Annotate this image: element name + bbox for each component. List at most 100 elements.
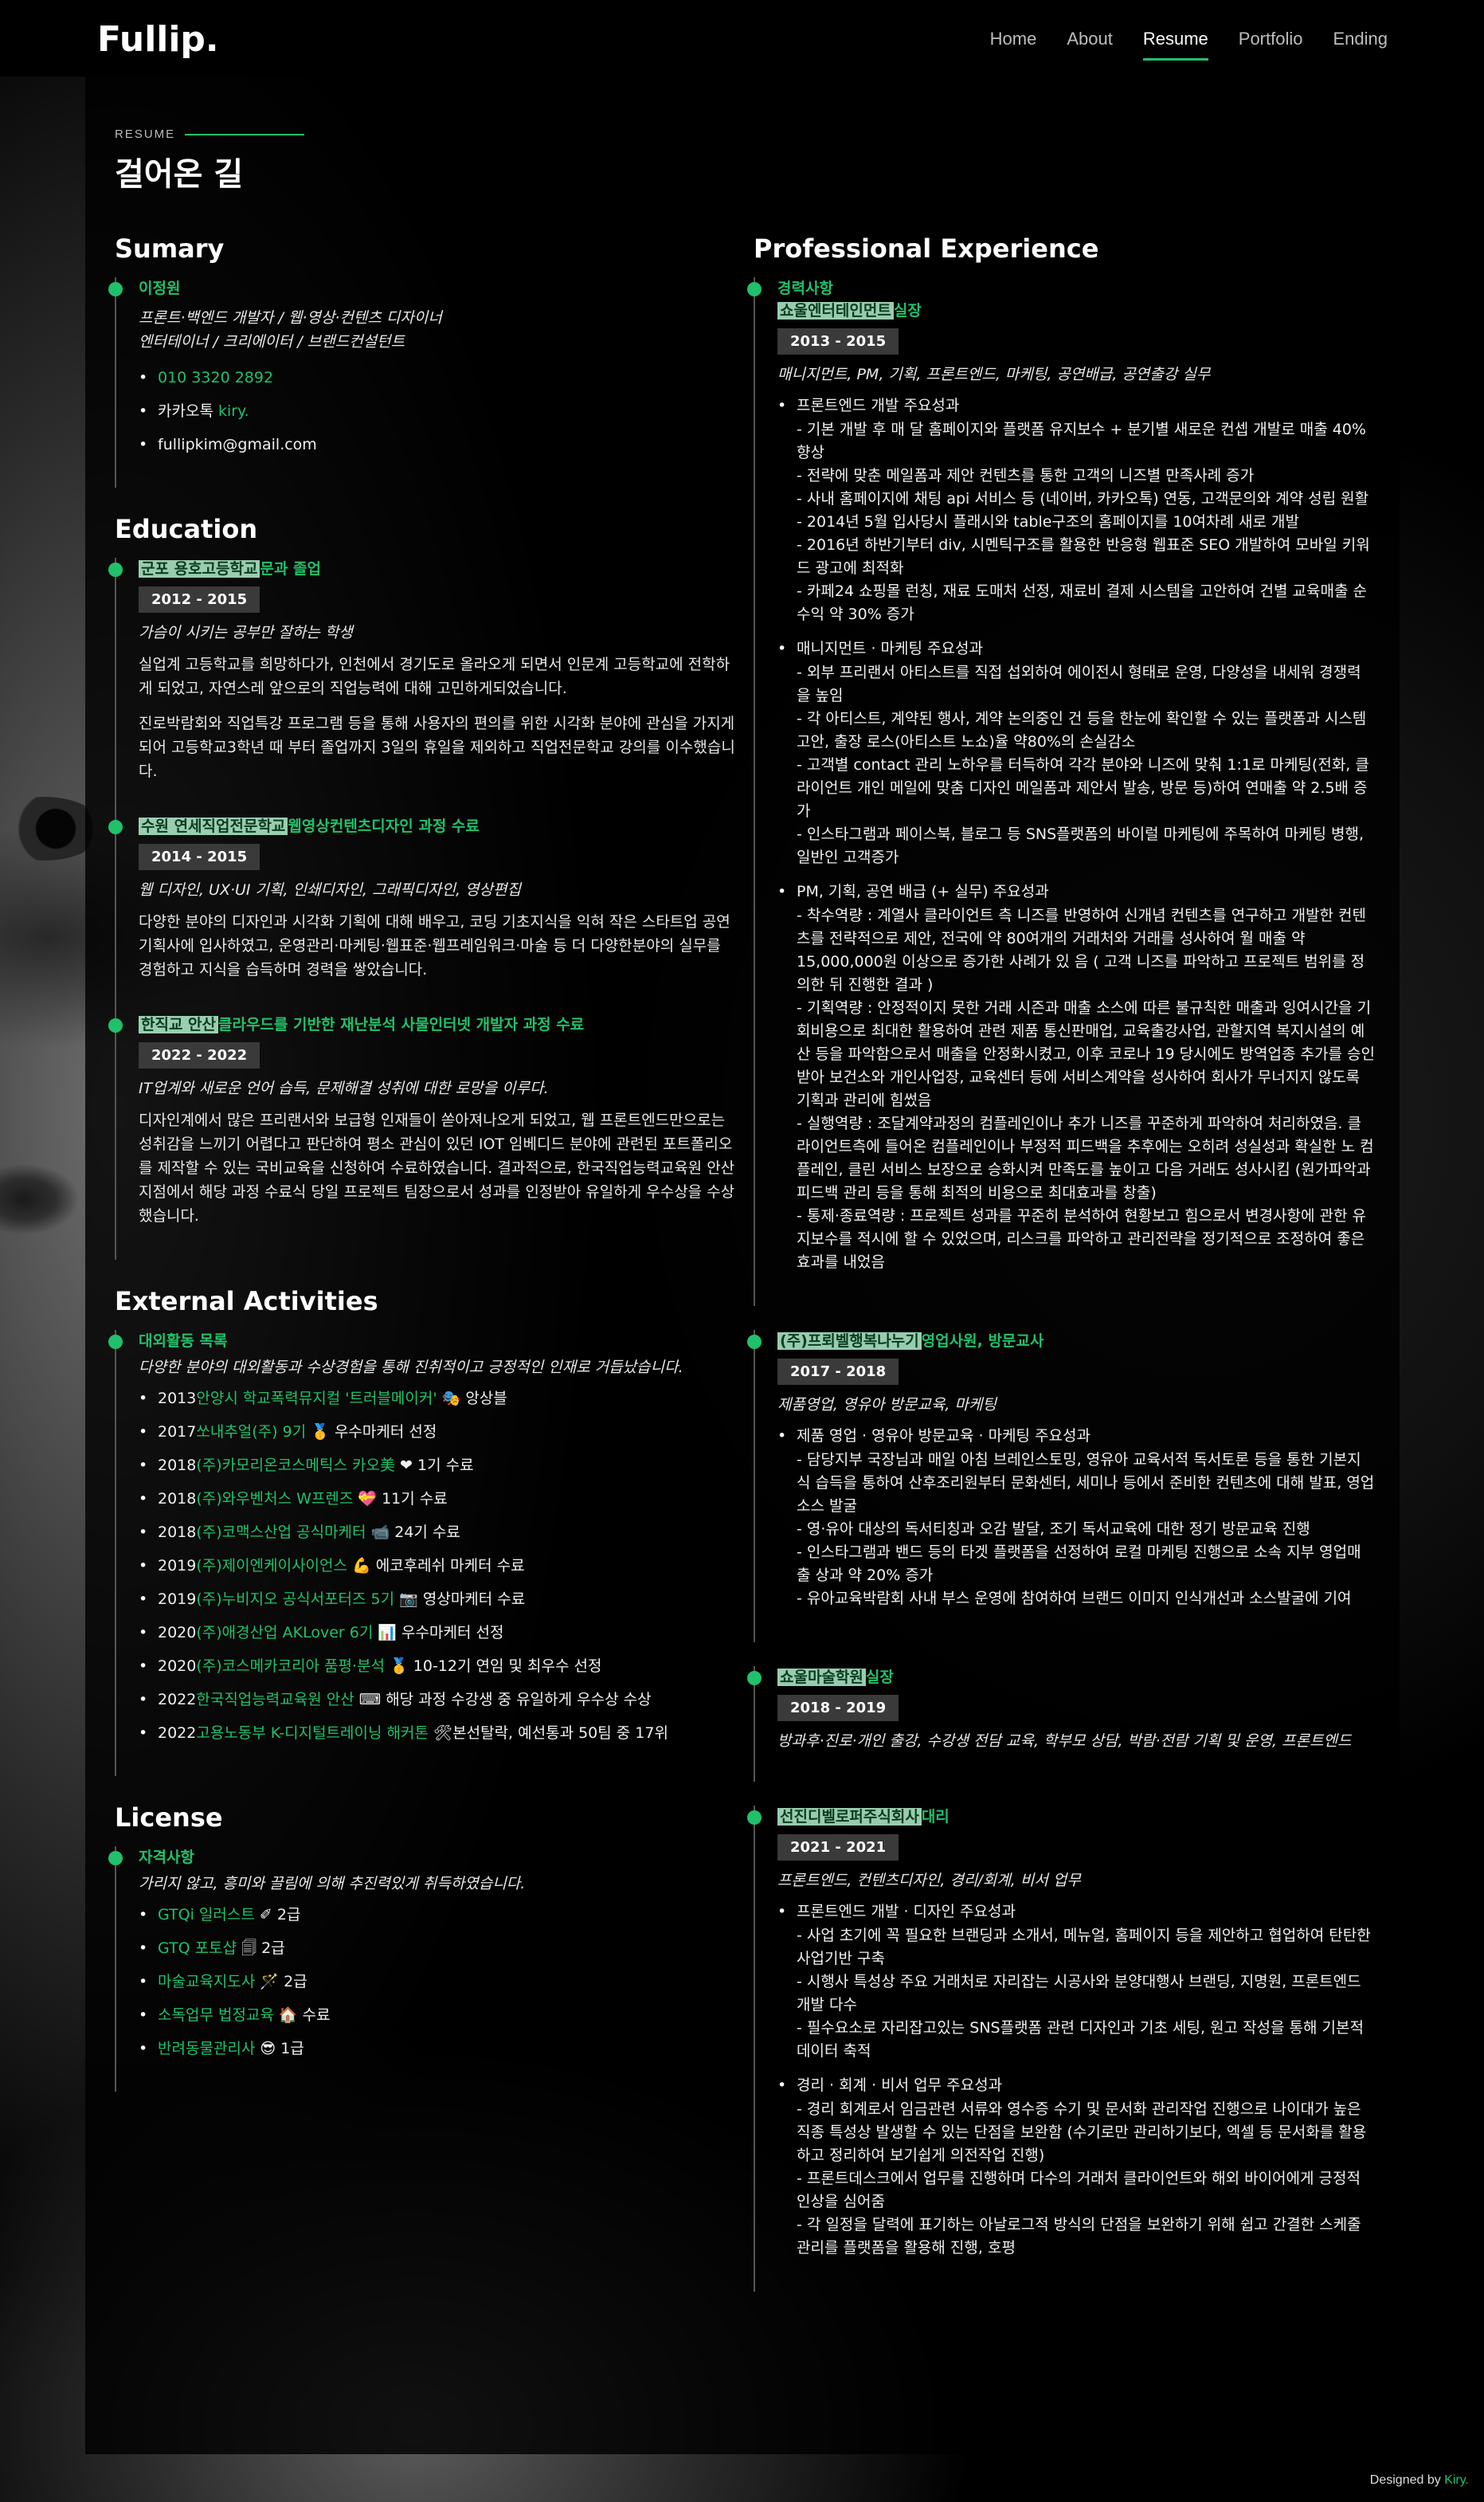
achievement-line: - 외부 프리랜서 아티스트를 직접 섭외하여 에이전시 형태로 운영, 다양성…: [797, 664, 1361, 704]
nav-resume[interactable]: Resume: [1142, 29, 1208, 61]
achievement-heading: 프론트엔드 개발 주요성과: [797, 397, 960, 414]
external-entry: 대외활동 목록 다양한 분야의 대외활동과 수상경험을 통해 진취적이고 긍정적…: [108, 1330, 736, 1776]
activity-item-link[interactable]: (주)제이엔케이사이언스: [196, 1557, 347, 1575]
achievement-line: - 인스타그램과 밴드 등의 타겟 플랫폼을 선정하여 로컬 마케팅 진행으로 …: [797, 1543, 1361, 1584]
activity-item-link[interactable]: 쏘내추얼(주) 9기: [196, 1423, 306, 1441]
nav-ending[interactable]: Ending: [1333, 29, 1388, 57]
job-duties: 매니지먼트, PM, 기획, 프론트엔드, 마케팅, 공연배급, 공연출강 실무: [777, 366, 1211, 383]
license-heading: License: [115, 1802, 223, 1833]
activity-item-link[interactable]: 고용노동부 K-디지털트레이닝 해커톤: [196, 1724, 429, 1742]
license-item-link[interactable]: 반려동물관리사: [158, 2040, 255, 2057]
achievement-line: - 사업 초기에 꼭 필요한 브랜딩과 소개서, 메뉴얼, 홈페이지 등을 제안…: [797, 1927, 1371, 1967]
activity-item-detail: 🥇 우수마케터 선정: [306, 1423, 437, 1441]
external-description: 다양한 분야의 대외활동과 수상경험을 통해 진취적이고 긍정적인 인재로 거듭…: [139, 1359, 683, 1376]
contact-item-link[interactable]: 010 3320 2892: [158, 369, 273, 386]
summary-entry: 이정원 프론트·백엔드 개발자 / 웹·영상·컨텐츠 디자이너 엔터테이너 / …: [108, 277, 736, 488]
achievement-line: - 기획역량 : 안정적이지 못한 거래 시즌과 매출 소스에 따른 불규칙한 …: [797, 999, 1375, 1109]
contact-item-link[interactable]: kiry.: [218, 402, 249, 420]
activity-item-detail: ❤ 1기 수료: [395, 1457, 474, 1474]
license-item-link[interactable]: 소독업무 법정교육: [158, 2006, 274, 2024]
site-footer: Designed by Kiry.: [1370, 2473, 1469, 2488]
activity-item-text: 2019: [158, 1590, 197, 1608]
contact-item: 카카오톡 kiry.: [139, 400, 736, 422]
achievement-lines: - 외부 프리랜서 아티스트를 직접 섭외하여 에이전시 형태로 운영, 다양성…: [797, 661, 1375, 869]
activity-item: 2022한국직업능력교육원 안산 ⌨ 해당 과정 수강생 중 유일하게 우수상 …: [139, 1688, 736, 1711]
education-timeline: 군포 용호고등학교 문과 졸업 2012 - 2015 가슴이 시키는 공부만 잘하는…: [108, 558, 736, 1260]
section-eyebrow: RESUME: [115, 127, 305, 141]
experience-entry: (주)프뢰벨행복나누기 영업사원, 방문교사 2017 - 2018 제품영업, 영유…: [747, 1330, 1375, 1642]
achievement-lines: - 담당지부 국장님과 매일 아침 브레인스토밍, 영유아 교육서적 독서토론 …: [797, 1449, 1375, 1610]
license-item: GTQi 일러스트 ✐ 2급: [139, 1904, 736, 1926]
activity-item-detail: 📊 우수마케터 선정: [373, 1624, 504, 1641]
education-description: 진로박람회와 직업특강 프로그램 등을 통해 사용자의 편의를 위한 시각화 분…: [139, 715, 735, 780]
education-description: 디자인계에서 많은 프리랜서와 보급형 인재들이 쏟아져나오게 되었고, 웹 프…: [139, 1112, 735, 1225]
activity-item-link[interactable]: 한국직업능력교육원 안산: [196, 1691, 354, 1708]
activity-item-text: 2018: [158, 1457, 197, 1474]
activity-item: 2013안양시 학교폭력뮤지컬 '트러블메이커' 🎭 앙상블: [139, 1387, 736, 1410]
education-school: 한직교 안산: [139, 1016, 219, 1033]
achievement-item: 경리 · 회계 · 비서 업무 주요성과 - 경리 회계로서 임금관련 서류와 영…: [777, 2074, 1375, 2260]
achievement-line: - 유아교육박람회 사내 부스 운영에 참여하여 브랜드 이미지 인식개선과 소…: [797, 1590, 1352, 1607]
education-title: 군포 용호고등학교 문과 졸업: [139, 558, 736, 580]
achievement-list: 프론트엔드 개발 · 디자인 주요성과 - 사업 초기에 꼭 필요한 브랜딩과 소…: [777, 1900, 1375, 2260]
activity-item-link[interactable]: 안양시 학교폭력뮤지컬 '트러블메이커': [196, 1390, 437, 1407]
education-school: 군포 용호고등학교: [139, 560, 260, 578]
activity-item-link[interactable]: (주)애경산업 AKLover 6기: [196, 1624, 373, 1641]
experience-group: 경력사항 쇼울엔터테인먼트 실장 2013 - 2015 매니지먼트, PM, 기획, …: [747, 277, 1375, 1306]
company-name: 쇼울마술학원: [777, 1669, 866, 1686]
experience-entry: 경력사항 쇼울엔터테인먼트 실장 2013 - 2015 매니지먼트, PM, 기획, …: [747, 277, 1375, 1306]
achievement-heading: 매니지먼트 · 마케팅 주요성과: [797, 640, 983, 657]
achievement-line: - 시행사 특성상 주요 거래처로 자리잡는 시공사와 분양대행사 브랜딩, 지…: [797, 1973, 1361, 2014]
company-name: (주)프뢰벨행복나누기: [777, 1332, 922, 1350]
nav-about[interactable]: About: [1067, 29, 1113, 57]
activity-item-link[interactable]: (주)카모리온코스메틱스 카오美: [196, 1457, 395, 1474]
activity-item: 2018(주)와우벤처스 W프렌즈 💝 11기 수료: [139, 1488, 736, 1510]
site-header: Fullip. Home About Resume Portfolio Endi…: [0, 0, 1484, 76]
footer-author-link[interactable]: Kiry.: [1444, 2473, 1469, 2487]
license-item-detail: 🪄 2급: [255, 1973, 307, 1990]
achievement-item: PM, 기획, 공연 배급 (+ 실무) 주요성과 - 착수역량 : 계열사 클라…: [777, 880, 1375, 1274]
achievement-list: 프론트엔드 개발 주요성과 - 기본 개발 후 매 달 홈페이지와 플랫폼 유지보…: [777, 394, 1375, 1274]
resume-content: RESUME 걸어온 길 Sumary 이정원 프론트·백엔드 개발자 / 웹·…: [0, 0, 1484, 2502]
job-duties: 제품영업, 영유아 방문교육, 마케팅: [777, 1396, 997, 1414]
activity-item-text: 2020: [158, 1624, 197, 1641]
activity-item-text: 2022: [158, 1724, 197, 1742]
achievement-heading: 프론트엔드 개발 · 디자인 주요성과: [797, 1903, 1016, 1920]
achievement-heading: 제품 영업 · 영유아 방문교육 · 마케팅 주요성과: [797, 1427, 1090, 1445]
nav-portfolio[interactable]: Portfolio: [1239, 29, 1303, 57]
achievement-line: - 2014년 5월 입사당시 플래시와 table구조의 홈페이지를 10여차…: [797, 513, 1299, 531]
activity-item-detail: 📷 영상마케터 수료: [394, 1590, 526, 1608]
achievement-item: 프론트엔드 개발 · 디자인 주요성과 - 사업 초기에 꼭 필요한 브랜딩과 소…: [777, 1900, 1375, 2063]
experience-group: (주)프뢰벨행복나누기 영업사원, 방문교사 2017 - 2018 제품영업, 영유…: [747, 1330, 1375, 1642]
license-list: GTQi 일러스트 ✐ 2급 GTQ 포토샵 🗐 2급마술교육지도사 🪄 2급소독…: [139, 1904, 736, 2060]
activity-item: 2020(주)코스메카코리아 품평·분석 🥇 10-12기 연임 및 최우수 선…: [139, 1655, 736, 1677]
achievement-line: - 고객별 contact 관리 노하우를 터득하여 각각 분야와 니즈에 맞춰…: [797, 756, 1369, 820]
contact-item-text: 카카오톡: [158, 402, 218, 420]
achievement-line: - 카페24 쇼핑몰 런칭, 재료 도매처 선정, 재료비 결제 시스템을 고안…: [797, 582, 1367, 623]
license-item-link[interactable]: GTQi 일러스트: [158, 1906, 255, 1924]
job-duties: 방과후·진로·개인 출강, 수강생 전담 교육, 학부모 상담, 박람·전람 기…: [777, 1732, 1352, 1750]
year-badge: 2013 - 2015: [777, 328, 899, 355]
achievement-line: - 경리 회계로서 임금관련 서류와 영수증 수기 및 문서화 관리작업 진행으…: [797, 2100, 1367, 2164]
license-title: 자격사항: [139, 1849, 194, 1866]
license-item-link[interactable]: 마술교육지도사: [158, 1973, 255, 1990]
education-course: 문과 졸업: [260, 560, 322, 578]
activity-item-text: 2017: [158, 1423, 197, 1441]
education-heading: Education: [115, 514, 258, 544]
year-badge: 2012 - 2015: [139, 586, 260, 613]
achievement-line: - 각 일정을 달력에 표기하는 아날로그적 방식의 단점을 보완하기 위해 쉽…: [797, 2216, 1361, 2257]
year-badge: 2022 - 2022: [139, 1042, 260, 1069]
job-position: 영업사원, 방문교사: [921, 1332, 1044, 1350]
external-title: 대외활동 목록: [139, 1332, 228, 1350]
activity-item-link[interactable]: (주)와우벤처스 W프렌즈: [196, 1490, 353, 1508]
education-title: 수원 연세직업전문학교 웹영상컨텐츠디자인 과정 수료: [139, 815, 736, 837]
activity-item-link[interactable]: (주)누비지오 공식서포터즈 5기: [196, 1590, 394, 1608]
activity-item-link[interactable]: (주)코맥스산업 공식마케터: [196, 1524, 366, 1541]
achievement-line: - 2016년 하반기부터 div, 시멘틱구조를 활용한 반응형 웹표준 SE…: [797, 536, 1370, 577]
activity-item: 2018(주)카모리온코스메틱스 카오美 ❤ 1기 수료: [139, 1454, 736, 1476]
nav-home[interactable]: Home: [990, 29, 1037, 57]
site-logo[interactable]: Fullip.: [97, 19, 219, 60]
license-item-link[interactable]: GTQ 포토샵: [158, 1939, 237, 1957]
activity-item-link[interactable]: (주)코스메카코리아 품평·분석: [196, 1657, 385, 1675]
license-item-detail: ✐ 2급: [254, 1906, 301, 1924]
